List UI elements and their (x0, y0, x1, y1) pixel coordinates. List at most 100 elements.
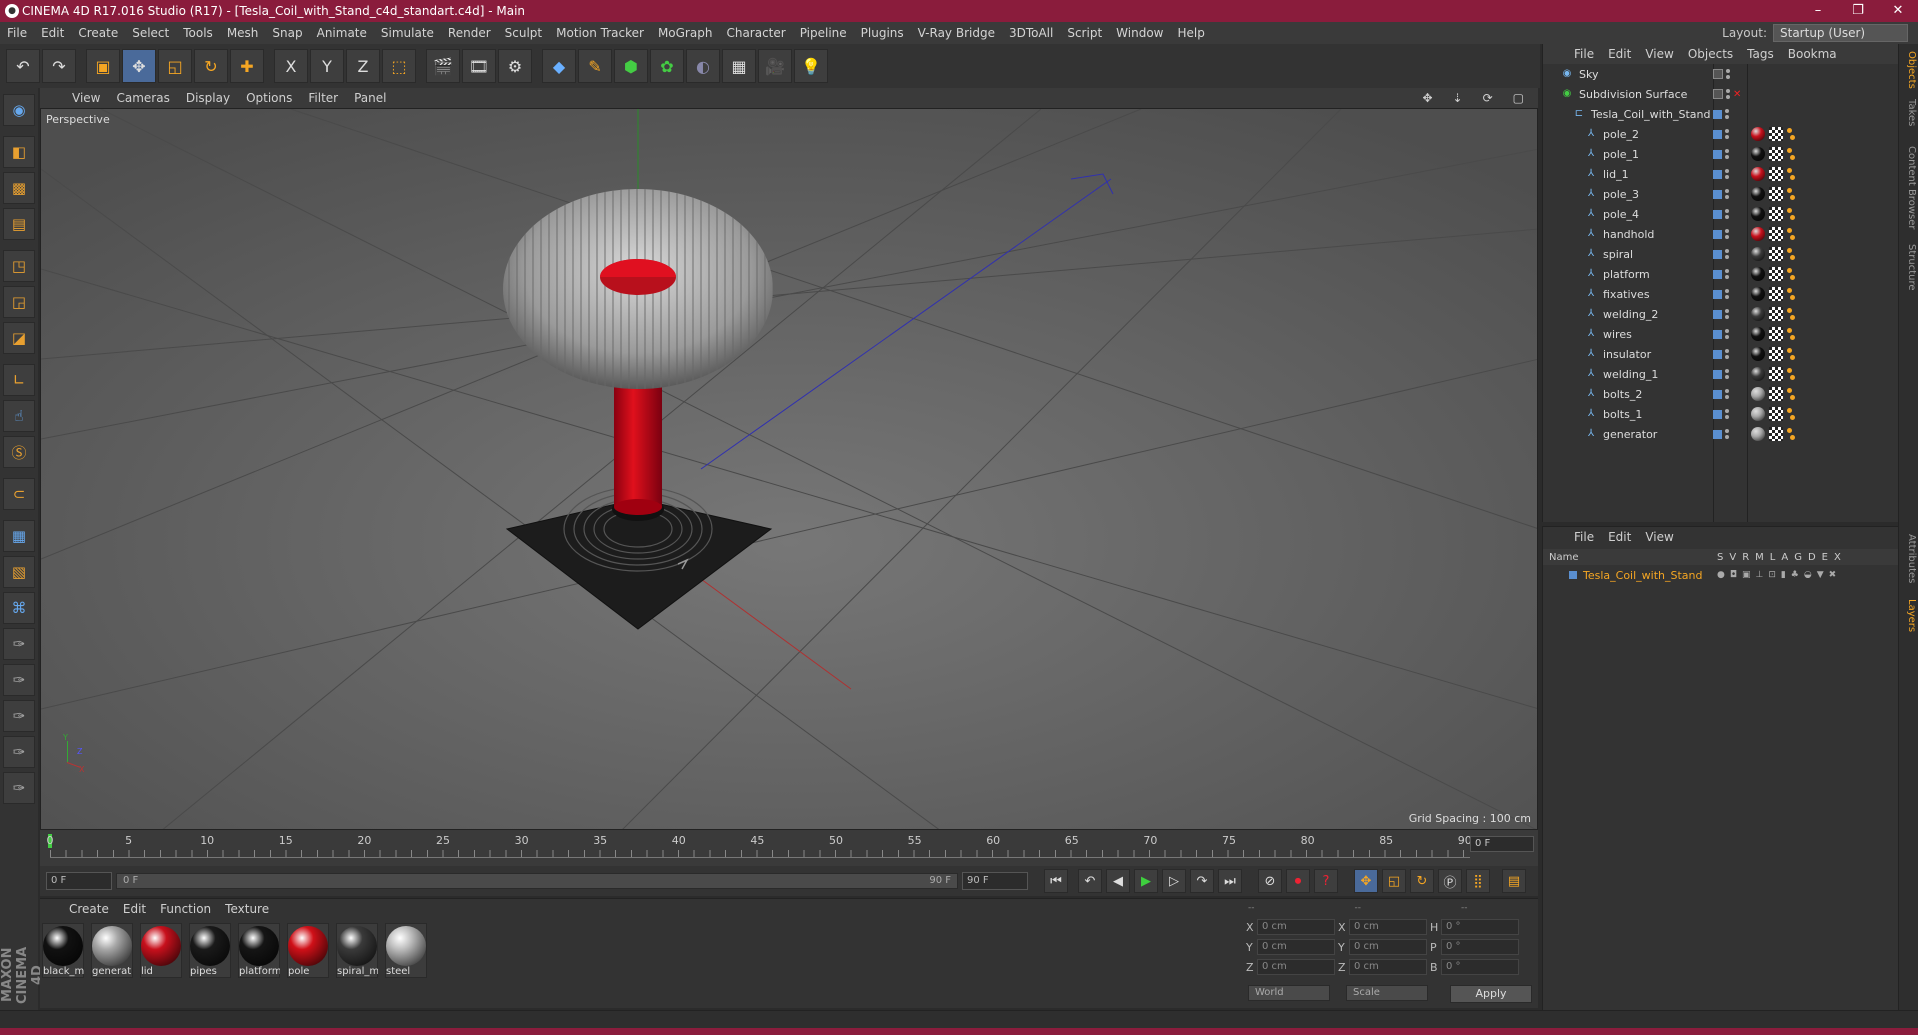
texture-tag-icon[interactable] (1769, 187, 1783, 201)
viewport-menu-options[interactable]: Options (238, 91, 300, 105)
obj-menu-view[interactable]: View (1638, 47, 1680, 61)
visibility-toggles[interactable] (1713, 229, 1729, 239)
menu-select[interactable]: Select (125, 26, 176, 40)
material-swatch[interactable]: black_m (42, 923, 84, 978)
coord-field[interactable]: 0 cm (1257, 959, 1335, 975)
next-frame-icon[interactable]: ▷ (1162, 869, 1186, 893)
phong-tag-icon[interactable] (1787, 228, 1795, 240)
cloner-icon[interactable]: ✿ (650, 49, 684, 83)
object-row[interactable]: ⅄ lid_1 (1543, 164, 1899, 184)
material-tag-icon[interactable] (1751, 167, 1765, 181)
material-tag-icon[interactable] (1751, 127, 1765, 141)
layer-menu-view[interactable]: View (1638, 530, 1680, 544)
object-row[interactable]: ⊏ Tesla_Coil_with_Stand (1543, 104, 1899, 124)
make-editable-icon[interactable]: ◉ (3, 94, 35, 126)
timeline-window-icon[interactable]: ▤ (1502, 869, 1526, 893)
autokey-icon[interactable]: ? (1314, 869, 1338, 893)
material-swatch[interactable]: pole (287, 923, 329, 978)
move-tool-icon[interactable]: ✚ (230, 49, 264, 83)
phong-tag-icon[interactable] (1787, 348, 1795, 360)
phong-tag-icon[interactable] (1787, 268, 1795, 280)
visibility-toggles[interactable]: ✕ (1713, 89, 1741, 100)
visibility-toggles[interactable] (1713, 129, 1729, 139)
viewport-3d[interactable]: Perspective Grid Spacing : 100 cm Y X Z (40, 108, 1538, 830)
material-tag-icon[interactable] (1751, 347, 1765, 361)
z-axis-toggle[interactable]: Z (346, 49, 380, 83)
visibility-toggles[interactable] (1713, 189, 1729, 199)
texture-tag-icon[interactable] (1769, 267, 1783, 281)
minimize-button[interactable]: – (1798, 0, 1838, 22)
menu-script[interactable]: Script (1060, 26, 1109, 40)
record-keys-off-icon[interactable]: ⊘ (1258, 869, 1282, 893)
visibility-toggles[interactable] (1713, 369, 1729, 379)
coord-field[interactable]: 0 cm (1349, 919, 1427, 935)
visibility-toggles[interactable] (1713, 309, 1729, 319)
menu-help[interactable]: Help (1170, 26, 1211, 40)
object-row[interactable]: ⅄ insulator (1543, 344, 1899, 364)
object-tags[interactable] (1751, 407, 1795, 421)
texture-tag-icon[interactable] (1769, 147, 1783, 161)
coord-field[interactable]: 0 ° (1441, 959, 1519, 975)
object-row[interactable]: ◉ Subdivision Surface ✕ (1543, 84, 1899, 104)
object-tags[interactable] (1751, 307, 1795, 321)
key-position-icon[interactable]: ✥ (1354, 869, 1378, 893)
phong-tag-icon[interactable] (1787, 148, 1795, 160)
material-swatch[interactable]: platform (238, 923, 280, 978)
layer-col-header[interactable]: V (1729, 552, 1736, 563)
material-swatch[interactable]: spiral_m (336, 923, 378, 978)
coord-field[interactable]: 0 ° (1441, 919, 1519, 935)
object-row[interactable]: ⅄ pole_1 (1543, 144, 1899, 164)
object-row[interactable]: ⅄ pole_3 (1543, 184, 1899, 204)
object-row[interactable]: ⅄ welding_1 (1543, 364, 1899, 384)
object-row[interactable]: ⅄ generator (1543, 424, 1899, 444)
coordinate-system-icon[interactable]: ⬚ (382, 49, 416, 83)
layer-col-header[interactable]: L (1770, 552, 1776, 563)
record-icon[interactable]: ⏺ (1286, 869, 1310, 893)
maximize-view-icon[interactable]: ▢ (1505, 91, 1532, 105)
phong-tag-icon[interactable] (1787, 408, 1795, 420)
object-row[interactable]: ⅄ pole_4 (1543, 204, 1899, 224)
pen-spline-icon[interactable]: ✎ (578, 49, 612, 83)
python-icon[interactable]: ⌘ (3, 592, 35, 624)
object-tags[interactable] (1751, 167, 1795, 181)
phong-tag-icon[interactable] (1787, 188, 1795, 200)
object-tags[interactable] (1751, 347, 1795, 361)
material-tag-icon[interactable] (1751, 207, 1765, 221)
camera-icon[interactable]: 🎥 (758, 49, 792, 83)
sculpt-brush-icon[interactable]: ✑ (3, 628, 35, 660)
material-tag-icon[interactable] (1751, 387, 1765, 401)
visibility-toggles[interactable] (1713, 69, 1730, 79)
texture-tag-icon[interactable] (1769, 307, 1783, 321)
object-row[interactable]: ⅄ pole_2 (1543, 124, 1899, 144)
visibility-toggles[interactable] (1713, 289, 1729, 299)
coord-field[interactable]: 0 cm (1349, 939, 1427, 955)
coord-mode-dropdown[interactable]: Scale (1346, 985, 1428, 1001)
mat-menu-function[interactable]: Function (153, 902, 218, 916)
key-param-icon[interactable]: Ⓟ (1438, 869, 1462, 893)
texture-tag-icon[interactable] (1769, 327, 1783, 341)
lock-workplane-icon[interactable]: ▦ (3, 520, 35, 552)
floor-icon[interactable]: ▦ (722, 49, 756, 83)
cube-icon[interactable]: ◆ (542, 49, 576, 83)
menu-pipeline[interactable]: Pipeline (793, 26, 854, 40)
material-tag-icon[interactable] (1751, 147, 1765, 161)
layer-menu-file[interactable]: File (1567, 530, 1601, 544)
texture-tag-icon[interactable] (1769, 427, 1783, 441)
object-tags[interactable] (1751, 247, 1795, 261)
move-view-icon[interactable]: ✥ (1414, 91, 1440, 105)
menu-simulate[interactable]: Simulate (374, 26, 441, 40)
preview-range-slider[interactable]: 0 F 90 F (116, 873, 958, 889)
live-selection-icon[interactable]: ▣ (86, 49, 120, 83)
visibility-toggles[interactable] (1713, 429, 1729, 439)
layer-col-header[interactable]: E (1822, 552, 1828, 563)
menu-window[interactable]: Window (1109, 26, 1170, 40)
menu-create[interactable]: Create (71, 26, 125, 40)
menu-edit[interactable]: Edit (34, 26, 71, 40)
visibility-toggles[interactable] (1713, 389, 1729, 399)
menu-motion-tracker[interactable]: Motion Tracker (549, 26, 651, 40)
object-tags[interactable] (1751, 227, 1795, 241)
maximize-button[interactable]: ❐ (1838, 0, 1878, 22)
texture-tag-icon[interactable] (1769, 367, 1783, 381)
visibility-toggles[interactable] (1713, 269, 1729, 279)
start-frame-field[interactable]: 0 F (46, 872, 112, 890)
